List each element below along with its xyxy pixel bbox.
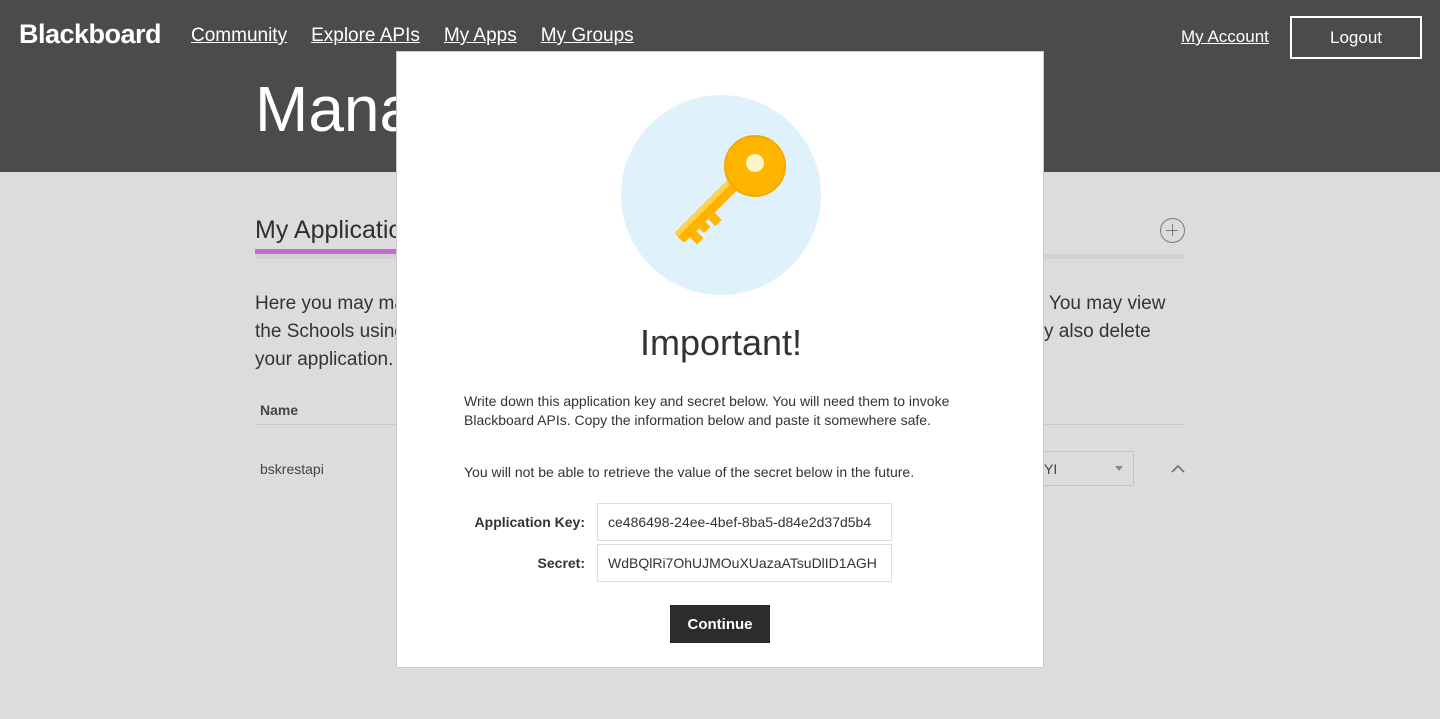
description-text-left: Here you may ma the Schools using your a… [255, 293, 400, 370]
description-text-right: You may view y also delete [1044, 293, 1166, 342]
table-row-name[interactable]: bskrestapi [260, 461, 324, 477]
table-divider-right [1044, 424, 1185, 425]
key-illustration [621, 95, 821, 295]
app-key-modal: Important! Write down this application k… [396, 51, 1044, 668]
brand-logo[interactable]: Blackboard [19, 19, 162, 50]
modal-warning: You will not be able to retrieve the val… [464, 464, 915, 480]
continue-button[interactable]: Continue [670, 605, 770, 643]
application-key-field[interactable] [597, 503, 892, 541]
chevron-up-icon[interactable] [1170, 462, 1186, 474]
secret-field[interactable] [597, 544, 892, 582]
main-nav: Community Explore APIs My Apps My Groups [191, 25, 634, 47]
section-title: My Applicatio [255, 216, 403, 244]
row-select-dropdown[interactable]: YI [1044, 451, 1134, 486]
nav-explore-apis[interactable]: Explore APIs [311, 25, 420, 47]
table-divider [255, 424, 396, 425]
nav-my-apps[interactable]: My Apps [444, 25, 517, 47]
logout-button[interactable]: Logout [1290, 16, 1422, 59]
secret-label: Secret: [537, 555, 585, 571]
table-header-name: Name [260, 402, 299, 418]
chevron-down-icon [1115, 466, 1123, 471]
nav-my-groups[interactable]: My Groups [541, 25, 634, 47]
page-title: Mana [255, 73, 416, 145]
my-account-link[interactable]: My Account [1181, 27, 1269, 47]
section-accent-underline [255, 249, 400, 254]
add-application-icon[interactable] [1160, 218, 1185, 243]
modal-instructions: Write down this application key and secr… [464, 393, 950, 428]
application-key-label: Application Key: [474, 514, 585, 530]
modal-title: Important! [639, 322, 803, 363]
key-icon [674, 135, 786, 245]
nav-community[interactable]: Community [191, 25, 287, 47]
